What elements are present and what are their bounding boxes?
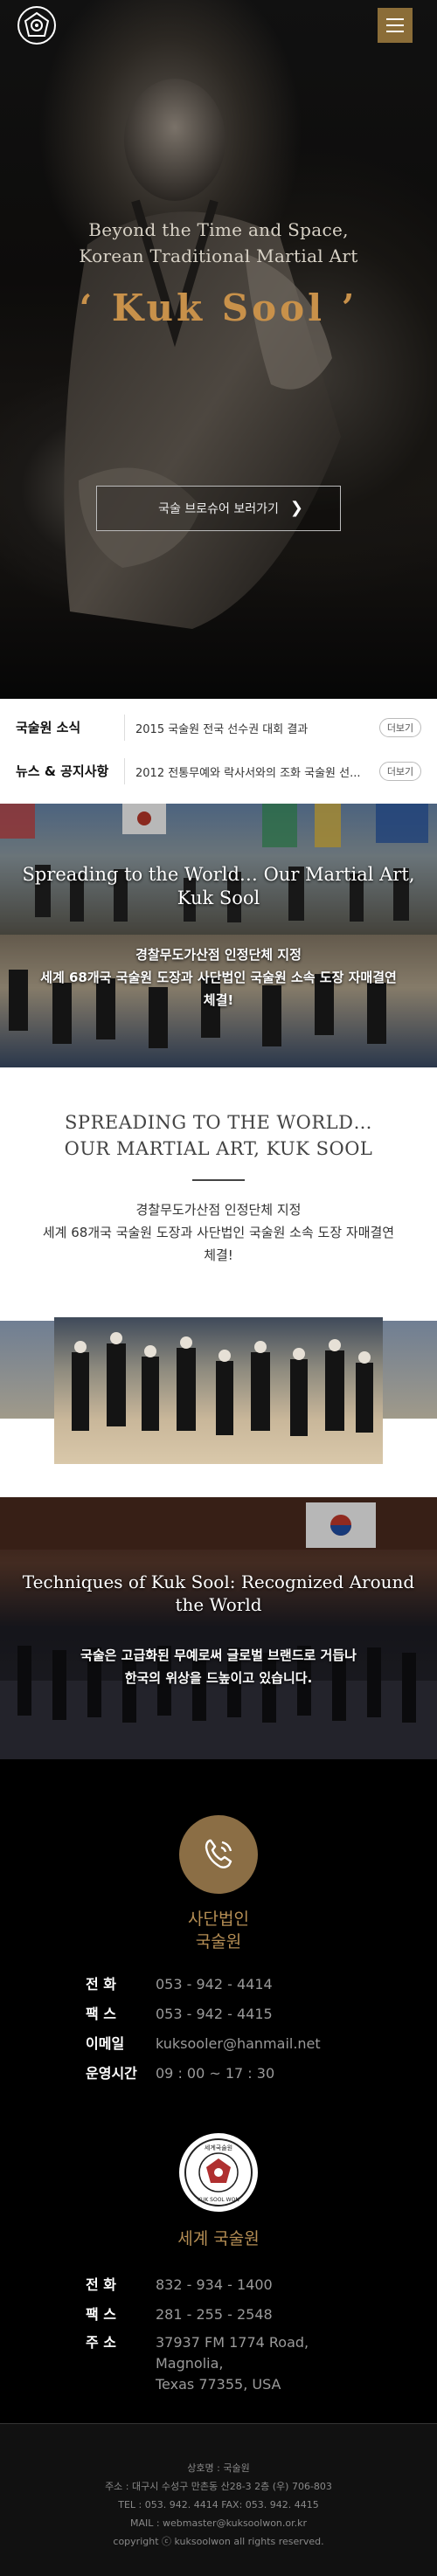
address-line3: Texas 77355, USA <box>156 2376 281 2393</box>
contact2-fax-value: 281 - 255 - 2548 <box>156 2306 273 2323</box>
news-more-button[interactable]: 더보기 <box>379 762 421 781</box>
hero-subtitle-line2: Korean Traditional Martial Art <box>79 245 358 266</box>
footer-company: 상호명 : 국술원 <box>187 2462 250 2474</box>
news-category[interactable]: 국술원 소식 <box>16 715 125 741</box>
news-row: 뉴스 & 공지사항 2012 전통무예와 락사서와의 조화 국술원 선... 더… <box>16 749 421 793</box>
beach-training-photo <box>54 1317 383 1464</box>
contact2-row-address: 주 소 37937 FM 1774 Road, Magnolia, Texas … <box>86 2332 383 2395</box>
org1-title-line1: 사단법인 <box>188 1910 249 1929</box>
section-text-line2: 세계 68개국 국술원 도장과 사단법인 국술원 소속 도장 자매결연 <box>42 1225 395 1240</box>
hero-subtitle-line1: Beyond the Time and Space, <box>88 219 349 240</box>
address-line2: Magnolia, <box>156 2355 224 2372</box>
footer-tel-fax: TEL : 053. 942. 4414 FAX: 053. 942. 4415 <box>118 2499 319 2510</box>
contact-row-email: 이메일 kuksooler@hanmail.net <box>86 2034 383 2055</box>
banner2-text-line1: 국술은 고급화된 무예로써 글로벌 브랜드로 거듭나 <box>80 1647 357 1663</box>
contact2-phone-value[interactable]: 832 - 934 - 1400 <box>156 2275 273 2296</box>
contact-label: 이메일 <box>86 2035 125 2052</box>
banner1-title: Spreading to the World… Our Martial Art,… <box>22 864 415 908</box>
banner2-title: Techniques of Kuk Sool: Recognized Aroun… <box>22 1571 415 1615</box>
footer-address: 주소 : 대구시 수성구 만촌동 산28-3 2층 (우) 706-803 <box>105 2481 332 2492</box>
section-text-line1: 경찰무도가산점 인정단체 지정 <box>135 1202 302 1218</box>
org2-title: 세계 국술원 <box>177 2229 260 2248</box>
footer-copyright: copyright ⓒ kuksoolwon all rights reserv… <box>113 2536 324 2547</box>
hero-title: ‘ Kuk Sool ’ <box>79 287 358 329</box>
phone-icon <box>179 1815 258 1894</box>
emblem-top-text: 세계국술원 <box>205 2144 232 2151</box>
world-spread-banner: Spreading to the World… Our Martial Art,… <box>0 804 437 1067</box>
banner2-text-line2: 한국의 위상을 드높이고 있습니다. <box>124 1670 313 1686</box>
section-title-line2: OUR MARTIAL ART, KUK SOOL <box>64 1138 373 1159</box>
section-text-line3: 체결! <box>204 1247 233 1263</box>
contact-section: 사단법인 국술원 전 화 053 - 942 - 4414 팩 스 053 - … <box>0 1759 437 2423</box>
contact-label: 전 화 <box>86 2276 117 2293</box>
world-kuksool-emblem-icon: 세계국술원 KUK SOOL WON <box>179 2133 258 2212</box>
brochure-button[interactable]: 국술 브로슈어 보러가기 ❯ <box>96 486 341 531</box>
chevron-right-icon: ❯ <box>289 499 303 517</box>
address-line1: 37937 FM 1774 Road, <box>156 2334 309 2351</box>
contact-label: 운영시간 <box>86 2065 137 2082</box>
contact-phone-value[interactable]: 053 - 942 - 4414 <box>156 1974 273 1995</box>
brochure-button-label: 국술 브로슈어 보러가기 <box>158 502 279 516</box>
side-photo-right <box>383 1321 437 1419</box>
contact2-row-fax: 팩 스 281 - 255 - 2548 <box>86 2304 383 2325</box>
news-title-link[interactable]: 2015 국술원 전국 선수권 대회 결과 <box>125 720 372 736</box>
footer-mail: MAIL : webmaster@kuksoolwon.or.kr <box>129 2517 308 2529</box>
title-divider <box>192 1179 245 1181</box>
banner1-text-line1: 경찰무도가산점 인정단체 지정 <box>135 947 302 963</box>
news-row: 국술원 소식 2015 국술원 전국 선수권 대회 결과 더보기 <box>16 706 421 749</box>
contact-label: 팩 스 <box>86 2306 117 2323</box>
site-header <box>0 0 437 51</box>
contact-label: 주 소 <box>86 2334 117 2351</box>
news-more-button[interactable]: 더보기 <box>379 718 421 737</box>
news-title-link[interactable]: 2012 전통무예와 락사서와의 조화 국술원 선... <box>125 763 372 780</box>
techniques-banner: Techniques of Kuk Sool: Recognized Aroun… <box>0 1497 437 1759</box>
contact-row-phone: 전 화 053 - 942 - 4414 <box>86 1974 383 1995</box>
contact-row-hours: 운영시간 09 : 00 ~ 17 : 30 <box>86 2063 383 2084</box>
site-footer: 상호명 : 국술원 주소 : 대구시 수성구 만촌동 산28-3 2층 (우) … <box>0 2423 437 2576</box>
side-photo-left <box>0 1321 54 1419</box>
contact-label: 전 화 <box>86 1976 117 1992</box>
emblem-bottom-text: KUK SOOL WON <box>198 2197 239 2203</box>
hero-section: Beyond the Time and Space, Korean Tradit… <box>0 0 437 699</box>
org1-title-line2: 국술원 <box>195 1932 242 1951</box>
spreading-section: SPREADING TO THE WORLD… OUR MARTIAL ART,… <box>0 1067 437 1497</box>
contact2-row-phone: 전 화 832 - 934 - 1400 <box>86 2275 383 2296</box>
contact-fax-value: 053 - 942 - 4415 <box>156 2006 273 2022</box>
contact-hours-value: 09 : 00 ~ 17 : 30 <box>156 2065 275 2082</box>
news-section: 국술원 소식 2015 국술원 전국 선수권 대회 결과 더보기 뉴스 & 공지… <box>0 699 437 804</box>
hamburger-menu-icon[interactable] <box>378 8 413 43</box>
contact-row-fax: 팩 스 053 - 942 - 4415 <box>86 2004 383 2025</box>
contact-email-link[interactable]: kuksooler@hanmail.net <box>156 2034 321 2055</box>
contact-label: 팩 스 <box>86 2006 117 2022</box>
news-category[interactable]: 뉴스 & 공지사항 <box>16 758 125 784</box>
section-title-line1: SPREADING TO THE WORLD… <box>65 1112 372 1133</box>
martial-artist-photo <box>64 79 341 630</box>
kuksool-emblem-icon[interactable] <box>17 6 56 45</box>
banner1-text-line2: 세계 68개국 국술원 도장과 사단법인 국술원 소속 도장 자매결연 <box>40 970 397 985</box>
banner1-text-line3: 체결! <box>203 992 234 1008</box>
